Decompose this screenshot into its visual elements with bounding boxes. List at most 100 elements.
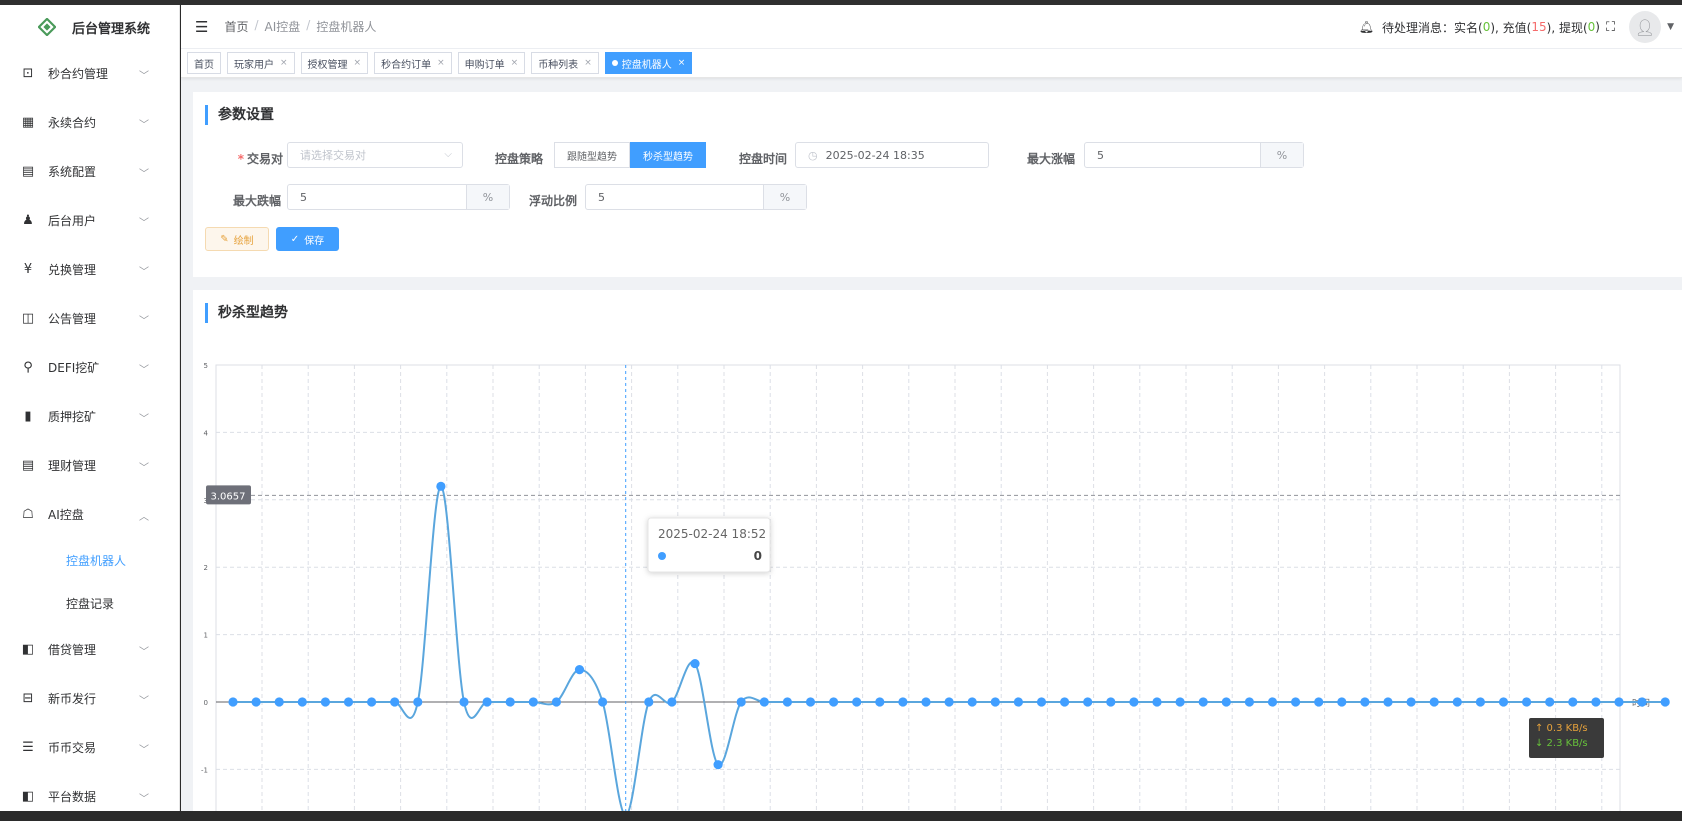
- close-icon[interactable]: ×: [437, 58, 445, 68]
- user-icon: 👤︎: [1635, 18, 1655, 37]
- sidebar-item-label: AI控盘: [48, 506, 84, 523]
- sidebar-item-label: 秒合约管理: [48, 65, 108, 82]
- draw-button[interactable]: ✎绘制: [205, 227, 269, 251]
- sidebar-item-8[interactable]: ▤理财管理﹀: [0, 441, 179, 490]
- trend-title: 秒杀型趋势: [205, 303, 288, 323]
- close-icon[interactable]: ×: [280, 58, 288, 68]
- sidebar-item-label: DEFI挖矿: [48, 359, 99, 376]
- strategy-follow-button[interactable]: 跟随型趋势: [554, 142, 630, 168]
- chevron-down-icon: ﹀: [139, 263, 149, 278]
- pending-label: 待处理消息：: [1382, 19, 1454, 36]
- time-label: 控盘时间: [721, 150, 787, 167]
- sidebar-item-13[interactable]: ◧ 平台数据 ﹀: [0, 772, 179, 821]
- sidebar-item-label: 质押挖矿: [48, 408, 96, 425]
- grid-icon: ▦: [20, 115, 36, 130]
- edit-icon: ✎: [220, 234, 228, 245]
- sidebar-item-0[interactable]: ⊡秒合约管理﹀: [0, 49, 179, 98]
- strategy-label: 控盘策略: [473, 150, 543, 167]
- users-icon: ♟: [20, 213, 36, 228]
- sidebar-item-label: 平台数据: [48, 788, 96, 805]
- tab-label: 玩家用户: [234, 56, 274, 71]
- close-icon[interactable]: ×: [354, 58, 362, 68]
- close-icon[interactable]: ×: [511, 58, 519, 68]
- bell-icon[interactable]: 🔔︎: [1359, 20, 1374, 34]
- max-up-input[interactable]: 5 %: [1084, 142, 1304, 168]
- chevron-down-icon: ﹀: [139, 692, 149, 707]
- top-header: ☰ 首页 / AI控盘 / 控盘机器人 🔔︎ 待处理消息： 实名( 0 ), 充…: [181, 5, 1682, 49]
- realname-count[interactable]: 0: [1483, 20, 1491, 34]
- close-icon[interactable]: ×: [584, 58, 592, 68]
- chevron-down-icon: ﹀: [139, 312, 149, 327]
- pair-select[interactable]: 请选择交易对 ⌵: [287, 142, 463, 168]
- tab-0[interactable]: 首页: [187, 52, 221, 74]
- download-speed: ↓ 2.3 KB/s: [1535, 736, 1598, 751]
- sidebar-item-12[interactable]: ☰币币交易﹀: [0, 723, 179, 772]
- sidebar-item-label: 公告管理: [48, 310, 96, 327]
- sidebar-item-label: 新币发行: [48, 690, 96, 707]
- tab-label: 首页: [194, 56, 214, 71]
- sidebar-item-2[interactable]: ▤系统配置﹀: [0, 147, 179, 196]
- sidebar-item-label: 系统配置: [48, 163, 96, 180]
- app-logo: 后台管理系统: [0, 5, 179, 49]
- withdraw-count[interactable]: 0: [1588, 20, 1596, 34]
- close-icon[interactable]: ×: [678, 58, 686, 68]
- sidebar-subitem-0[interactable]: 控盘机器人: [0, 539, 179, 582]
- tab-label: 币种列表: [538, 56, 578, 71]
- recharge-count[interactable]: 15: [1531, 20, 1546, 34]
- wallet-icon: ◧: [20, 642, 36, 657]
- fullscreen-icon[interactable]: ⛶: [1606, 20, 1615, 35]
- menu-fold-icon[interactable]: ☰: [195, 18, 208, 36]
- save-button[interactable]: ✓保存: [276, 227, 339, 251]
- tab-5[interactable]: 币种列表 ×: [531, 52, 599, 74]
- trend-card: 秒杀型趋势: [193, 290, 1682, 811]
- sidebar-item-6[interactable]: ⚲DEFI挖矿﹀: [0, 343, 179, 392]
- tab-1[interactable]: 玩家用户 ×: [227, 52, 295, 74]
- sidebar-item-11[interactable]: ⊟ 新币发行 ﹀: [0, 674, 179, 723]
- breadcrumb: 首页 / AI控盘 / 控盘机器人: [224, 18, 376, 35]
- sidebar-item-7[interactable]: ▮ 质押挖矿 ﹀: [0, 392, 179, 441]
- params-card: 参数设置 *交易对 请选择交易对 ⌵ 控盘策略 跟随型趋势 秒杀型趋势 控盘时间…: [193, 92, 1682, 277]
- float-input[interactable]: 5 %: [585, 184, 807, 210]
- breadcrumb-ai[interactable]: AI控盘: [265, 18, 301, 35]
- max-down-label: 最大跌幅: [223, 192, 281, 209]
- time-picker[interactable]: ◷ 2025-02-24 18:35: [795, 142, 989, 168]
- sidebar-subitem-1[interactable]: 控盘记录: [0, 582, 179, 625]
- net-speed-widget: ↑ 0.3 KB/s ↓ 2.3 KB/s: [1529, 718, 1604, 758]
- chevron-down-icon: ﹀: [139, 741, 149, 756]
- coin-icon: ⊟: [20, 691, 36, 706]
- tab-2[interactable]: 授权管理 ×: [301, 52, 369, 74]
- tab-4[interactable]: 申购订单 ×: [458, 52, 526, 74]
- sidebar-item-5[interactable]: ◫ 公告管理 ﹀: [0, 294, 179, 343]
- tab-label: 申购订单: [465, 56, 505, 71]
- clock-icon: ◷: [808, 149, 818, 162]
- sidebar-item-label: 兑换管理: [48, 261, 96, 278]
- chevron-down-icon: ﹀: [139, 214, 149, 229]
- chevron-down-icon: ﹀: [139, 643, 149, 658]
- data-icon: ◧: [20, 789, 36, 804]
- avatar[interactable]: 👤︎: [1629, 11, 1661, 43]
- max-down-input[interactable]: 5 %: [287, 184, 510, 210]
- sidebar-item-9[interactable]: ☖AI控盘︿: [0, 490, 179, 539]
- tab-label: 授权管理: [308, 56, 348, 71]
- chevron-down-icon: ﹀: [139, 459, 149, 474]
- breadcrumb-home[interactable]: 首页: [224, 18, 248, 35]
- sidebar-item-4[interactable]: ¥ 兑换管理 ﹀: [0, 245, 179, 294]
- main-area: ☰ 首页 / AI控盘 / 控盘机器人 🔔︎ 待处理消息： 实名( 0 ), 充…: [181, 5, 1682, 811]
- list-icon: ☰: [20, 740, 36, 755]
- chevron-down-icon: ﹀: [139, 790, 149, 805]
- caret-down-icon[interactable]: ▼: [1667, 22, 1674, 32]
- sidebar-item-3[interactable]: ♟后台用户﹀: [0, 196, 179, 245]
- finance-icon: ▤: [20, 458, 36, 473]
- bar-chart-icon: ▮: [20, 409, 36, 424]
- book-icon: ◫: [20, 311, 36, 326]
- tab-label: 秒合约订单: [381, 56, 431, 71]
- tab-label: 控盘机器人: [622, 56, 672, 71]
- sidebar: 后台管理系统 ⊡秒合约管理﹀▦永续合约﹀▤系统配置﹀♟后台用户﹀¥兑换管理﹀◫公…: [0, 5, 180, 811]
- sidebar-item-10[interactable]: ◧借贷管理﹀: [0, 625, 179, 674]
- tab-6[interactable]: 控盘机器人 ×: [605, 52, 693, 74]
- strategy-flash-button[interactable]: 秒杀型趋势: [630, 142, 706, 168]
- yen-icon: ¥: [20, 262, 36, 277]
- chevron-down-icon: ﹀: [139, 410, 149, 425]
- tab-3[interactable]: 秒合约订单 ×: [374, 52, 452, 74]
- sidebar-item-1[interactable]: ▦永续合约﹀: [0, 98, 179, 147]
